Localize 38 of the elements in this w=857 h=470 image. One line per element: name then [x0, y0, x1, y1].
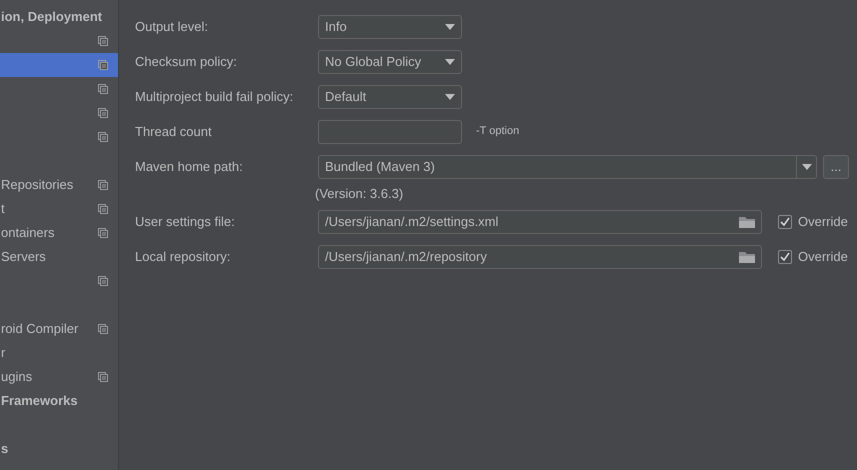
field-label: Maven home path:: [135, 158, 244, 176]
caret-icon: [445, 94, 455, 100]
sidebar-item[interactable]: ugins: [0, 365, 118, 389]
field-label: User settings file:: [135, 212, 236, 231]
sidebar-item[interactable]: ontainers: [0, 221, 118, 245]
checkbox[interactable]: [778, 214, 792, 228]
path-field[interactable]: /Users/jianan/.m2/repository: [318, 244, 762, 268]
checkbox-label: Override: [798, 248, 848, 266]
sidebar-item[interactable]: s: [0, 437, 118, 461]
caret-icon: [445, 58, 455, 64]
version-text: (Version: 3.6.3): [315, 186, 404, 201]
field-label: Local repository:: [135, 248, 232, 266]
combo-box[interactable]: Bundled (Maven 3): [318, 154, 817, 178]
field-label: Output level:: [135, 18, 209, 36]
sidebar-item[interactable]: [0, 53, 118, 77]
folder-icon: [739, 250, 755, 262]
sidebar-item[interactable]: Frameworks: [0, 389, 118, 413]
caret-icon: [445, 24, 455, 30]
hint-text: -T option: [476, 124, 520, 140]
field-label: Thread count: [135, 122, 213, 141]
checkbox-label: Override: [798, 212, 848, 231]
browse-button[interactable]: ...: [823, 154, 849, 178]
dropdown[interactable]: Info: [318, 14, 462, 38]
input-field[interactable]: [318, 120, 462, 144]
field-label: Checksum policy:: [135, 52, 238, 71]
dropdown[interactable]: No Global Policy: [318, 50, 462, 74]
field-label: Multiproject build fail policy:: [135, 88, 294, 106]
path-field[interactable]: /Users/jianan/.m2/settings.xml: [318, 210, 762, 234]
checkbox[interactable]: [778, 250, 792, 264]
dropdown[interactable]: Default: [318, 84, 462, 108]
sidebar-item[interactable]: Repositories: [0, 173, 118, 197]
caret-icon: [802, 164, 812, 170]
sidebar-item[interactable]: t: [0, 197, 118, 221]
sidebar-item[interactable]: roid Compiler: [0, 317, 118, 341]
sidebar-item[interactable]: Servers: [0, 245, 118, 269]
sidebar-item[interactable]: ion, Deployment: [0, 5, 118, 29]
sidebar-item[interactable]: r: [0, 341, 118, 365]
folder-icon: [739, 216, 755, 228]
